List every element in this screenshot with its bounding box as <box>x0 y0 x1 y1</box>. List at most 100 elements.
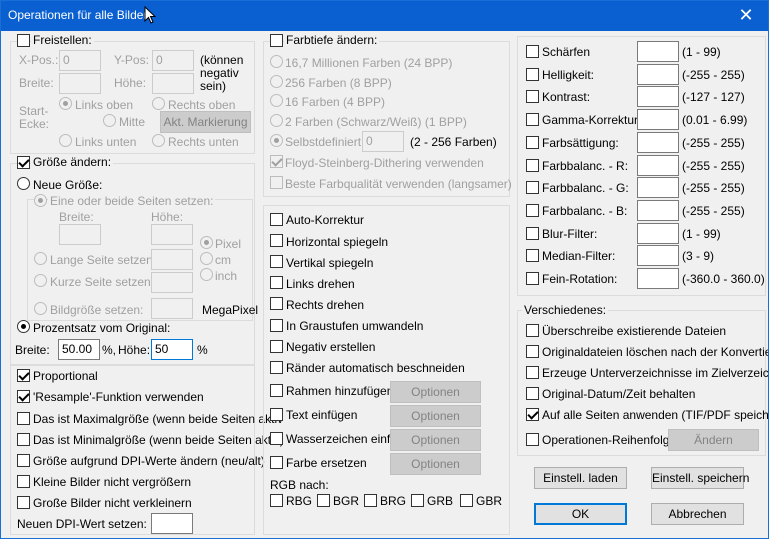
close-icon[interactable]: ✕ <box>724 1 768 31</box>
adjust-value-field[interactable] <box>637 109 679 130</box>
adjust-value-field[interactable] <box>637 41 679 62</box>
resize-checkbox[interactable] <box>17 156 30 169</box>
crop-top-left-radio[interactable] <box>59 97 72 110</box>
rgb-gbr-checkbox[interactable] <box>460 494 473 507</box>
adjust-value-field[interactable] <box>637 64 679 85</box>
auto-correct-checkbox[interactable] <box>270 213 283 226</box>
adjust-checkbox[interactable] <box>526 68 539 81</box>
adjust-checkbox[interactable] <box>526 136 539 149</box>
adjust-value-field[interactable] <box>637 155 679 176</box>
rgb-grb-checkbox[interactable] <box>411 494 424 507</box>
text-options-button[interactable]: Optionen <box>390 405 481 427</box>
unit-pixel-radio[interactable] <box>200 236 213 249</box>
adjust-value-field[interactable] <box>637 245 679 266</box>
keep-date-checkbox[interactable] <box>526 387 539 400</box>
auto-crop-checkbox[interactable] <box>270 361 283 374</box>
rgb-bgr-checkbox[interactable] <box>317 494 330 507</box>
crop-xpos-field[interactable]: 0 <box>59 50 101 71</box>
rotate-left-checkbox[interactable] <box>270 276 283 289</box>
resample-checkbox[interactable] <box>17 390 30 403</box>
flip-v-checkbox[interactable] <box>270 255 283 268</box>
proportional-checkbox[interactable] <box>17 369 30 382</box>
image-size-field[interactable] <box>151 298 193 319</box>
unit-inch-radio[interactable] <box>200 268 213 281</box>
one-or-both-radio[interactable] <box>34 194 47 207</box>
color-custom-field[interactable]: 0 <box>362 131 404 152</box>
create-subdirs-checkbox[interactable] <box>526 366 539 379</box>
new-size-radio[interactable] <box>17 177 30 190</box>
adjust-checkbox[interactable] <box>526 90 539 103</box>
change-order-button[interactable]: Ändern <box>668 429 759 451</box>
new-width-field[interactable] <box>59 224 101 245</box>
adjust-checkbox[interactable] <box>526 181 539 194</box>
min-size-checkbox[interactable] <box>17 433 30 446</box>
short-side-field[interactable] <box>151 272 193 293</box>
long-side-field[interactable] <box>151 249 193 270</box>
save-settings-button[interactable]: Einstell. speichern <box>651 467 749 489</box>
no-shrink-checkbox[interactable] <box>17 496 30 509</box>
title-bar[interactable]: Operationen für alle Bilder ✕ <box>1 1 768 31</box>
op-order-checkbox[interactable] <box>526 433 539 446</box>
replace-color-checkbox[interactable] <box>270 456 283 469</box>
adjust-value-field[interactable] <box>637 132 679 153</box>
adjust-checkbox[interactable] <box>526 159 539 172</box>
no-enlarge-checkbox[interactable] <box>17 475 30 488</box>
adjust-value-field[interactable] <box>637 86 679 107</box>
adjust-value-field[interactable] <box>637 177 679 198</box>
cancel-button[interactable]: Abbrechen <box>651 503 744 525</box>
overwrite-checkbox[interactable] <box>526 324 539 337</box>
percent-radio[interactable] <box>17 320 30 333</box>
crop-checkbox[interactable] <box>17 34 30 47</box>
watermark-checkbox[interactable] <box>270 432 283 445</box>
adjust-checkbox[interactable] <box>526 272 539 285</box>
adjust-value-field[interactable] <box>637 268 679 289</box>
unit-cm-radio[interactable] <box>200 252 213 265</box>
long-side-radio[interactable] <box>34 252 47 265</box>
ok-button[interactable]: OK <box>534 503 627 525</box>
short-side-radio[interactable] <box>34 274 47 287</box>
adjust-checkbox[interactable] <box>526 204 539 217</box>
color-custom-radio[interactable] <box>270 134 283 147</box>
grayscale-checkbox[interactable] <box>270 319 283 332</box>
adjust-value-field[interactable] <box>637 223 679 244</box>
adjust-checkbox[interactable] <box>526 113 539 126</box>
rgb-rbg-checkbox[interactable] <box>270 494 283 507</box>
adjust-checkbox[interactable] <box>526 249 539 262</box>
replace-color-options-button[interactable]: Optionen <box>390 453 481 475</box>
adjust-checkbox[interactable] <box>526 227 539 240</box>
crop-height-field[interactable] <box>152 73 194 94</box>
adjust-value-field[interactable] <box>637 200 679 221</box>
all-pages-checkbox[interactable] <box>526 408 539 421</box>
add-text-checkbox[interactable] <box>270 408 283 421</box>
crop-bottom-right-radio[interactable] <box>152 134 165 147</box>
color-depth-checkbox[interactable] <box>270 34 283 47</box>
percent-height-field[interactable]: 50 <box>151 339 193 360</box>
crop-width-field[interactable] <box>59 73 101 94</box>
new-dpi-field[interactable] <box>151 513 193 534</box>
max-size-checkbox[interactable] <box>17 412 30 425</box>
new-height-field[interactable] <box>151 224 193 245</box>
color-24bpp-radio[interactable] <box>270 55 283 68</box>
crop-top-right-radio[interactable] <box>152 97 165 110</box>
color-8bpp-radio[interactable] <box>270 75 283 88</box>
dithering-checkbox[interactable] <box>270 155 283 168</box>
crop-ypos-field[interactable]: 0 <box>152 50 194 71</box>
load-settings-button[interactable]: Einstell. laden <box>534 467 627 489</box>
border-options-button[interactable]: Optionen <box>390 381 481 403</box>
color-4bpp-radio[interactable] <box>270 94 283 107</box>
image-size-radio[interactable] <box>34 302 47 315</box>
add-border-checkbox[interactable] <box>270 384 283 397</box>
percent-width-field[interactable]: 50.00 <box>58 339 100 360</box>
dpi-resize-checkbox[interactable] <box>17 454 30 467</box>
best-quality-checkbox[interactable] <box>270 176 283 189</box>
crop-center-radio[interactable] <box>103 114 116 127</box>
rotate-right-checkbox[interactable] <box>270 297 283 310</box>
flip-h-checkbox[interactable] <box>270 234 283 247</box>
adjust-checkbox[interactable] <box>526 45 539 58</box>
watermark-options-button[interactable]: Optionen <box>390 429 481 451</box>
rgb-brg-checkbox[interactable] <box>364 494 377 507</box>
color-1bpp-radio[interactable] <box>270 114 283 127</box>
crop-bottom-left-radio[interactable] <box>59 134 72 147</box>
current-selection-button[interactable]: Akt. Markierung <box>160 111 251 133</box>
delete-originals-checkbox[interactable] <box>526 345 539 358</box>
